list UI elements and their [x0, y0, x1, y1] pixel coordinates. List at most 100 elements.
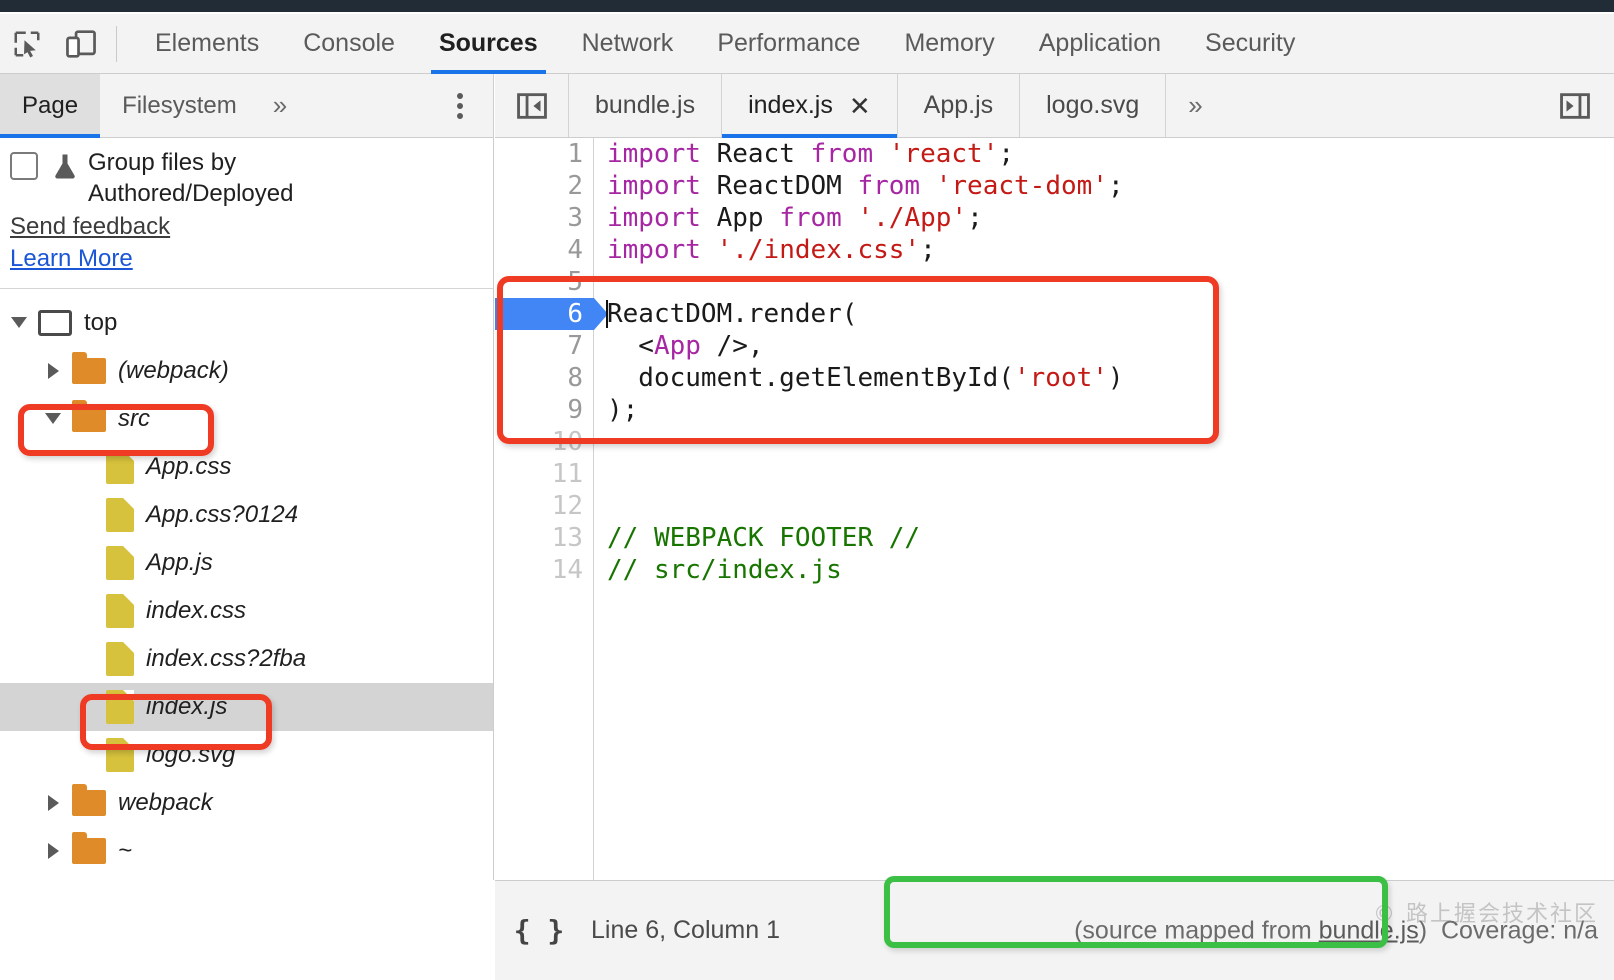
chevron-down-icon[interactable] [6, 310, 32, 336]
source-mapped-link[interactable]: bundle.js [1319, 916, 1419, 944]
navigator-subtab-label: Page [22, 92, 78, 120]
panel-tab-label: Sources [439, 29, 538, 58]
line-number[interactable]: 14 [495, 554, 583, 586]
source-map-status: (source mapped from bundle.js) Coverage:… [1074, 916, 1598, 945]
editor-tab-index-js[interactable]: index.js ✕ [722, 74, 898, 137]
tree-row[interactable]: App.js [0, 539, 493, 587]
code-text: ReactDOM.render( [607, 298, 857, 330]
banner-links: Send feedback Learn More [0, 211, 493, 273]
show-navigator-icon[interactable] [495, 74, 569, 137]
chevron-down-icon[interactable] [40, 406, 66, 432]
panel-tab-elements[interactable]: Elements [133, 14, 281, 74]
line-number[interactable]: 7 [495, 330, 583, 362]
cursor-position-text: Line 6, Column 1 [591, 916, 780, 945]
tree-item-label: top [84, 309, 117, 337]
code-editor[interactable]: 1 import React from 'react';2import React… [495, 138, 1614, 880]
panel-tab-sources[interactable]: Sources [417, 14, 560, 74]
file-icon [106, 690, 134, 724]
line-number[interactable]: 6 [495, 298, 583, 330]
editor-tab-label: bundle.js [595, 91, 695, 120]
panel-tab-performance[interactable]: Performance [695, 14, 882, 74]
tree-row[interactable]: (webpack) [0, 347, 493, 395]
tree-row[interactable]: index.css?2fba [0, 635, 493, 683]
code-line: 7 <App />, [495, 330, 1614, 362]
group-files-banner: Group files by Authored/Deployed Send fe… [0, 138, 493, 289]
tree-item-label: index.css?2fba [146, 645, 306, 673]
tree-item-label: App.css?0124 [146, 501, 298, 529]
line-number[interactable]: 10 [495, 426, 583, 458]
line-number[interactable]: 1 [495, 138, 583, 170]
line-number[interactable]: 12 [495, 490, 583, 522]
tree-row[interactable]: src [0, 395, 493, 443]
chevron-right-icon[interactable] [40, 358, 66, 384]
group-files-label: Group files by Authored/Deployed [88, 148, 418, 209]
tree-row[interactable]: top [0, 299, 493, 347]
editor-tab-bar: bundle.js index.js ✕ App.js logo.svg » [495, 74, 1614, 138]
more-options-icon[interactable] [457, 93, 463, 119]
coverage-text: Coverage: n/a [1441, 916, 1598, 944]
panel-tab-security[interactable]: Security [1183, 14, 1317, 74]
group-files-row: Group files by Authored/Deployed [0, 148, 493, 209]
show-debugger-icon[interactable] [1558, 89, 1592, 123]
file-icon [106, 546, 134, 580]
page-title: Welcome to React [0, 0, 1614, 1]
code-line: 4import './index.css'; [495, 234, 1614, 266]
line-number[interactable]: 11 [495, 458, 583, 490]
chevron-double-right-icon[interactable]: » [259, 90, 301, 121]
send-feedback-link[interactable]: Send feedback [10, 211, 493, 242]
panel-tab-console[interactable]: Console [281, 14, 417, 74]
file-icon [106, 594, 134, 628]
code-line: 8 document.getElementById('root') [495, 362, 1614, 394]
chevron-right-icon[interactable] [40, 790, 66, 816]
file-icon [106, 498, 134, 532]
file-icon [106, 450, 134, 484]
tree-row[interactable]: ~ [0, 827, 493, 875]
line-number[interactable]: 8 [495, 362, 583, 394]
folder-icon [72, 790, 106, 816]
line-number[interactable]: 9 [495, 394, 583, 426]
status-bar-left-filler [0, 880, 495, 980]
folder-icon [72, 358, 106, 384]
device-toolbar-icon[interactable] [54, 18, 108, 70]
tree-row[interactable]: webpack [0, 779, 493, 827]
page-content-strip: Welcome to React [0, 0, 1614, 14]
editor-tab-logo-svg[interactable]: logo.svg [1020, 74, 1166, 137]
tree-item-label: ~ [118, 837, 132, 865]
tree-row[interactable]: App.css?0124 [0, 491, 493, 539]
editor-tab-app-js[interactable]: App.js [898, 74, 1020, 137]
pretty-print-braces-icon[interactable]: { } [495, 914, 583, 947]
inspect-element-icon[interactable] [0, 18, 54, 70]
learn-more-link[interactable]: Learn More [10, 243, 493, 274]
tree-item-label: webpack [118, 789, 213, 817]
close-icon[interactable]: ✕ [849, 93, 871, 119]
chevron-double-right-icon[interactable]: » [1166, 74, 1224, 137]
line-number[interactable]: 2 [495, 170, 583, 202]
panel-tab-application[interactable]: Application [1017, 14, 1183, 74]
editor-tab-bundle-js[interactable]: bundle.js [569, 74, 722, 137]
navigator-subtab-page[interactable]: Page [0, 74, 100, 138]
line-number[interactable]: 13 [495, 522, 583, 554]
panel-tab-memory[interactable]: Memory [882, 14, 1016, 74]
tree-row[interactable]: index.js [0, 683, 493, 731]
chevron-right-icon[interactable] [40, 838, 66, 864]
file-tree: top (webpack)srcApp.css App.css?0124 App.js… [0, 289, 493, 880]
code-line-executing: 6 ReactDOM.render( [495, 298, 1614, 330]
code-line: 12 [495, 490, 1614, 522]
line-number[interactable]: 4 [495, 234, 583, 266]
tree-row[interactable]: index.css [0, 587, 493, 635]
group-files-checkbox[interactable] [10, 152, 38, 180]
code-line: 10 [495, 426, 1614, 458]
code-text: import App from './App'; [607, 202, 983, 234]
experiment-flask-icon [50, 152, 80, 187]
code-text: document.getElementById('root') [607, 362, 1124, 394]
code-line: 13// WEBPACK FOOTER // [495, 522, 1614, 554]
tree-row[interactable]: App.css [0, 443, 493, 491]
code-text: import React from 'react'; [607, 138, 1014, 170]
line-number[interactable]: 3 [495, 202, 583, 234]
tree-row[interactable]: logo.svg [0, 731, 493, 779]
navigator-subtab-filesystem[interactable]: Filesystem [100, 74, 259, 138]
panel-tab-network[interactable]: Network [560, 14, 696, 74]
line-number[interactable]: 5 [495, 266, 583, 298]
code-line: 14// src/index.js [495, 554, 1614, 586]
code-line: 2import ReactDOM from 'react-dom'; [495, 170, 1614, 202]
